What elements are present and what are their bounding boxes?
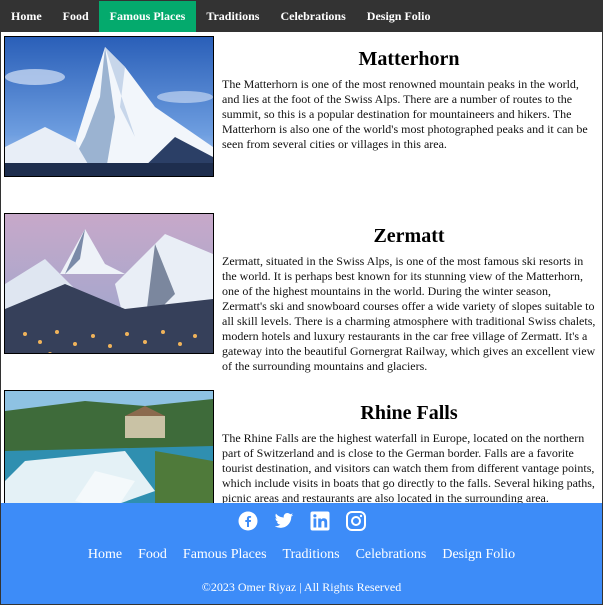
place-description: The Matterhorn is one of the most renown… bbox=[222, 77, 588, 151]
nav-celebrations[interactable]: Celebrations bbox=[270, 1, 356, 32]
place-card-zermatt: Zermatt Zermatt, situated in the Swiss A… bbox=[4, 213, 602, 386]
footer-link-celebrations[interactable]: Celebrations bbox=[356, 547, 427, 563]
linkedin-icon[interactable] bbox=[310, 511, 330, 531]
place-info-zermatt: Zermatt Zermatt, situated in the Swiss A… bbox=[214, 213, 602, 374]
place-info-rhine-falls: Rhine Falls The Rhine Falls are the high… bbox=[214, 390, 602, 506]
place-card-matterhorn: Matterhorn The Matterhorn is one of the … bbox=[4, 36, 602, 209]
page-frame: Home Food Famous Places Traditions Celeb… bbox=[0, 0, 603, 605]
place-description: Zermatt, situated in the Swiss Alps, is … bbox=[222, 254, 596, 373]
zermatt-image bbox=[4, 213, 214, 354]
footer-link-design-folio[interactable]: Design Folio bbox=[442, 547, 515, 563]
nav-food[interactable]: Food bbox=[52, 1, 99, 32]
footer-link-home[interactable]: Home bbox=[88, 547, 122, 563]
nav-design-folio[interactable]: Design Folio bbox=[356, 1, 441, 32]
matterhorn-image bbox=[4, 36, 214, 177]
social-links bbox=[1, 503, 602, 531]
place-info-matterhorn: Matterhorn The Matterhorn is one of the … bbox=[214, 36, 602, 152]
footer-link-food[interactable]: Food bbox=[138, 547, 167, 563]
facebook-icon[interactable] bbox=[238, 511, 258, 531]
place-title: Matterhorn bbox=[358, 48, 460, 70]
footer-link-famous-places[interactable]: Famous Places bbox=[183, 547, 267, 563]
nav-famous-places[interactable]: Famous Places bbox=[99, 1, 196, 32]
place-title: Rhine Falls bbox=[360, 402, 458, 424]
place-title: Zermatt bbox=[373, 225, 445, 247]
nav-traditions[interactable]: Traditions bbox=[196, 1, 270, 32]
copyright-text: ©2023 Omer Riyaz | All Rights Reserved bbox=[201, 580, 402, 594]
top-navigation: Home Food Famous Places Traditions Celeb… bbox=[1, 1, 602, 32]
footer: Home Food Famous Places Traditions Celeb… bbox=[1, 503, 602, 604]
footer-link-traditions[interactable]: Traditions bbox=[283, 547, 340, 563]
nav-home[interactable]: Home bbox=[1, 1, 52, 32]
places-list: Matterhorn The Matterhorn is one of the … bbox=[1, 36, 602, 563]
footer-navigation: Home Food Famous Places Traditions Celeb… bbox=[1, 547, 602, 563]
place-description: The Rhine Falls are the highest waterfal… bbox=[222, 431, 595, 505]
instagram-icon[interactable] bbox=[345, 511, 366, 531]
twitter-icon[interactable] bbox=[274, 511, 294, 531]
